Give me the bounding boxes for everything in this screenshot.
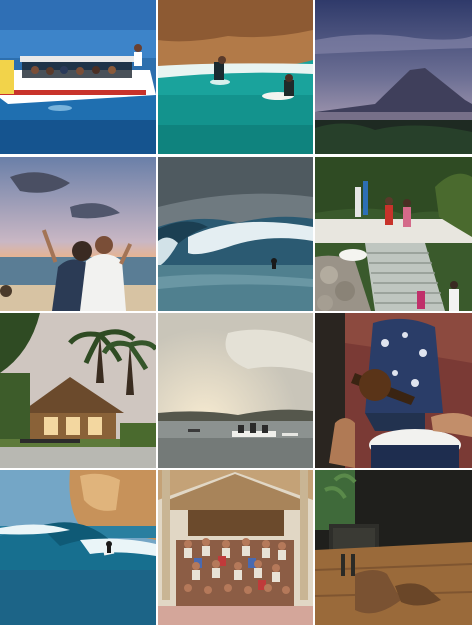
photo-couple-on-beach-sunset[interactable] xyxy=(0,157,156,311)
photo-bamboo-lodge-with-palms[interactable] xyxy=(0,313,156,468)
photo-group-in-bamboo-hall[interactable] xyxy=(158,470,313,625)
photo-grid xyxy=(0,0,472,625)
photo-surfer-near-cliff[interactable] xyxy=(0,470,156,625)
photo-boats-on-calm-sea[interactable] xyxy=(158,313,313,468)
photo-barrel-wave[interactable] xyxy=(158,157,313,311)
photo-boat-with-surfers[interactable] xyxy=(0,0,156,154)
photo-musician-with-guitar-and-drum[interactable] xyxy=(315,313,472,468)
photo-surfers-in-turquoise-bay[interactable] xyxy=(158,0,313,154)
photo-boots-on-wooden-table[interactable] xyxy=(315,470,472,625)
photo-volcano-at-dusk[interactable] xyxy=(315,0,472,154)
photo-stairs-to-beach[interactable] xyxy=(315,157,472,311)
